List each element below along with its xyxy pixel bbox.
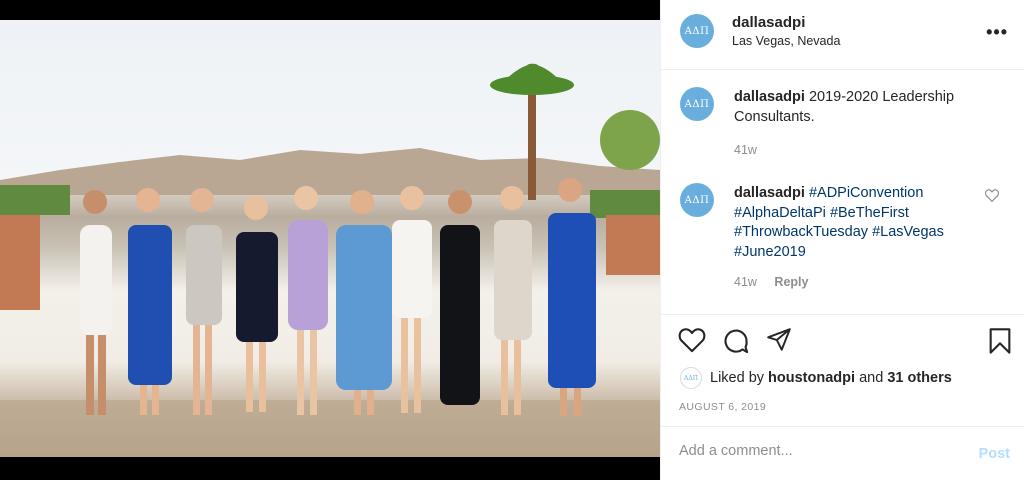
group-photo-illustration (0, 63, 660, 457)
avatar[interactable]: ΑΔΠ (680, 14, 714, 48)
planter-right (606, 215, 660, 275)
share-icon[interactable] (765, 327, 793, 353)
people-group (80, 178, 596, 416)
heart-icon[interactable] (678, 327, 706, 353)
more-icon[interactable]: ••• (986, 22, 1008, 43)
post-photo[interactable] (0, 20, 660, 457)
liked-by-row: ΑΔΠ Liked by houstonadpi and 31 others (680, 367, 952, 389)
post-date[interactable]: AUGUST 6, 2019 (679, 401, 766, 413)
avatar[interactable]: ΑΔΠ (680, 183, 714, 217)
post-photo-panel (0, 0, 660, 480)
comment-username[interactable]: dallasadpi (734, 185, 805, 201)
post-button[interactable]: Post (979, 446, 1010, 462)
header-username[interactable]: dallasadpi (732, 14, 805, 31)
like-comment-heart-icon[interactable] (985, 189, 999, 202)
comment-time[interactable]: 41w (734, 275, 757, 289)
hashtag-link[interactable]: #June2019 (734, 244, 806, 260)
palm-leaves (490, 63, 574, 95)
reply-button[interactable]: Reply (774, 275, 808, 289)
tree-right (600, 110, 660, 170)
comment-icon[interactable] (722, 327, 750, 355)
comments-list: ΑΔΠ dallasadpi 2019-2020 Leadership Cons… (661, 70, 1024, 314)
hashtag-link[interactable]: #ThrowbackTuesday (734, 224, 868, 240)
planter-left (0, 215, 40, 310)
hashtag-link[interactable]: #LasVegas (872, 224, 944, 240)
bookmark-icon[interactable] (988, 327, 1012, 355)
liked-by-prefix: Liked by (710, 370, 765, 386)
liked-by-conjunction: and (859, 370, 884, 386)
comment-input[interactable] (679, 443, 959, 459)
liker-username[interactable]: houstonadpi (768, 370, 855, 386)
add-comment-bar: Post (661, 426, 1024, 480)
avatar[interactable]: ΑΔΠ (680, 87, 714, 121)
hashtag-link[interactable]: #AlphaDeltaPi (734, 205, 826, 221)
hashtag-link[interactable]: #BeTheFirst (830, 205, 909, 221)
comment-username[interactable]: dallasadpi (734, 89, 805, 105)
comment-text: dallasadpi #ADPiConvention #AlphaDeltaPi… (734, 184, 989, 262)
post-actions: ΑΔΠ Liked by houstonadpi and 31 others A… (661, 314, 1024, 426)
hedge-right (590, 190, 660, 218)
comment-time[interactable]: 41w (734, 143, 757, 157)
hashtag-link[interactable]: #ADPiConvention (809, 185, 923, 201)
palm-trunk (528, 90, 536, 200)
hedge-left (0, 185, 70, 215)
caption-text: dallasadpi 2019-2020 Leadership Consulta… (734, 88, 989, 127)
post-header: ΑΔΠ dallasadpi Las Vegas, Nevada ••• (661, 0, 1024, 70)
comment-meta: 41w Reply (734, 275, 808, 289)
post-side-panel: ΑΔΠ dallasadpi Las Vegas, Nevada ••• ΑΔΠ… (660, 0, 1024, 480)
header-location[interactable]: Las Vegas, Nevada (732, 34, 840, 48)
likes-others-link[interactable]: 31 others (887, 370, 951, 386)
liker-avatar[interactable]: ΑΔΠ (680, 367, 702, 389)
